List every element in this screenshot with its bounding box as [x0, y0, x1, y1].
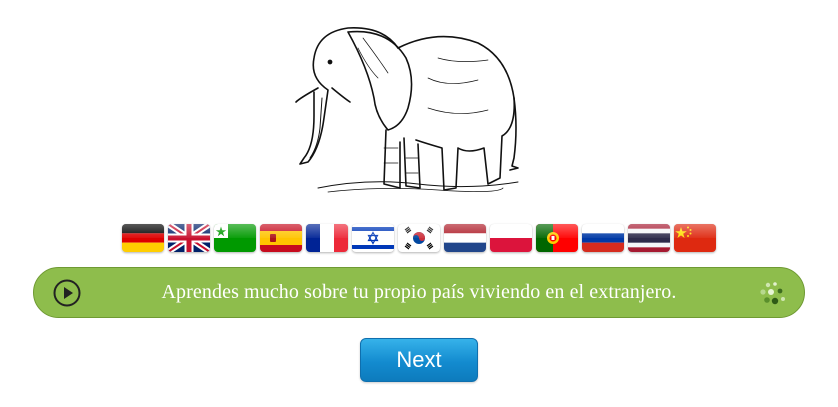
flag-poland-icon[interactable]: [490, 224, 532, 252]
sentence-text: Aprendes mucho sobre tu propio país vivi…: [161, 281, 677, 303]
flag-israel-icon[interactable]: [352, 224, 394, 252]
flag-thailand-icon[interactable]: [628, 224, 670, 252]
language-flags: [122, 224, 716, 252]
flag-germany-icon[interactable]: [122, 224, 164, 252]
exercise-page: Aprendes mucho sobre tu propio país vivi…: [0, 0, 838, 407]
flag-korea-icon[interactable]: [398, 224, 440, 252]
flag-spain-icon[interactable]: [260, 224, 302, 252]
next-button[interactable]: Next: [360, 338, 478, 382]
flag-esperanto-icon[interactable]: [214, 224, 256, 252]
flag-france-icon[interactable]: [306, 224, 348, 252]
flag-netherlands-icon[interactable]: [444, 224, 486, 252]
flag-china-icon[interactable]: [674, 224, 716, 252]
flag-uk-icon[interactable]: [168, 224, 210, 252]
sentence-bar: Aprendes mucho sobre tu propio país vivi…: [33, 267, 805, 318]
play-icon[interactable]: [53, 279, 81, 307]
flag-russia-icon[interactable]: [582, 224, 624, 252]
flag-portugal-icon[interactable]: [536, 224, 578, 252]
elephant-illustration: [295, 27, 519, 193]
loading-dots-icon: [760, 282, 785, 305]
